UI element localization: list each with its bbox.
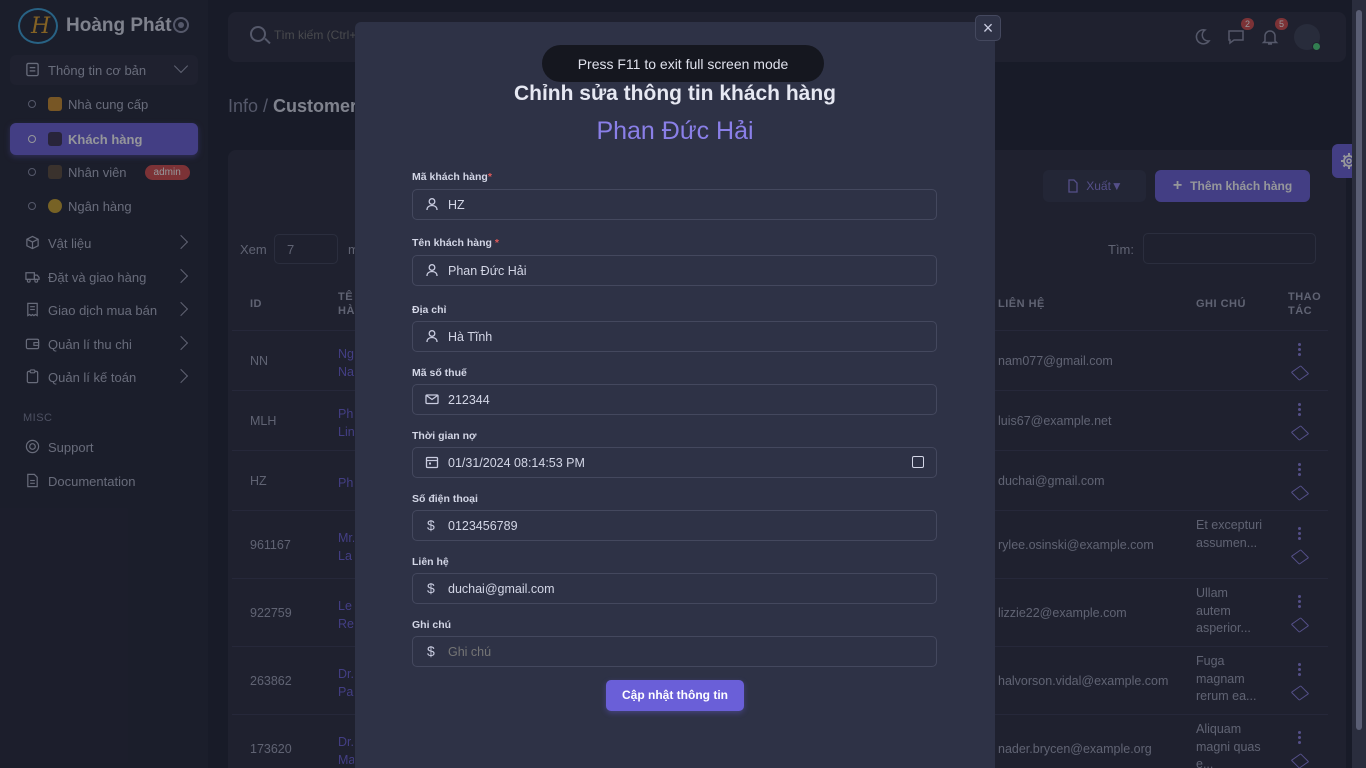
dollar-icon: $: [427, 580, 435, 596]
required-mark: *: [494, 237, 499, 249]
field-label-address: Địa chỉ: [412, 304, 447, 316]
contact-field[interactable]: $: [412, 573, 937, 604]
field-label-phone: Số điện thoại: [412, 493, 478, 505]
label-text: Tên khách hàng: [412, 237, 492, 249]
user-icon: [426, 264, 438, 277]
tax-code-field[interactable]: [412, 384, 937, 415]
dollar-icon: $: [427, 643, 435, 659]
field-label-customer-name: Tên khách hàng *: [412, 237, 499, 249]
field-label-debt-time: Thời gian nợ: [412, 430, 477, 442]
calendar-picker-icon[interactable]: [912, 456, 924, 468]
field-label-contact: Liên hệ: [412, 556, 449, 568]
user-icon: [426, 198, 438, 211]
modal-customer-name: Phan Đức Hải: [596, 117, 754, 145]
required-mark: *: [487, 171, 492, 183]
customer-name-field[interactable]: [412, 255, 937, 286]
calendar-icon: [425, 456, 439, 469]
phone-input[interactable]: [448, 519, 888, 533]
field-label-customer-code: Mã khách hàng*: [412, 171, 492, 183]
note-field[interactable]: $: [412, 636, 937, 667]
page-scrollbar[interactable]: [1352, 0, 1366, 768]
field-label-note: Ghi chú: [412, 619, 452, 631]
phone-field[interactable]: $: [412, 510, 937, 541]
debt-time-field[interactable]: [412, 447, 937, 478]
update-info-button[interactable]: Cập nhật thông tin: [606, 680, 744, 711]
label-text: Mã khách hàng: [412, 171, 488, 183]
edit-customer-modal: Chỉnh sửa thông tin khách hàng Phan Đức …: [355, 22, 995, 768]
close-modal-button[interactable]: ×: [975, 15, 1001, 41]
modal-title: Chỉnh sửa thông tin khách hàng: [513, 82, 837, 105]
customer-code-input[interactable]: [448, 198, 888, 212]
note-input[interactable]: [448, 645, 888, 659]
contact-input[interactable]: [448, 582, 888, 596]
customer-name-input[interactable]: [448, 264, 888, 278]
scrollbar-thumb[interactable]: [1356, 10, 1362, 730]
customer-code-field[interactable]: [412, 189, 937, 220]
user-icon: [426, 330, 438, 343]
fullscreen-toast: Press F11 to exit full screen mode: [542, 45, 824, 82]
mail-icon: [425, 394, 439, 405]
address-field[interactable]: [412, 321, 937, 352]
address-input[interactable]: [448, 330, 888, 344]
tax-code-input[interactable]: [448, 393, 888, 407]
dollar-icon: $: [427, 517, 435, 533]
debt-time-input[interactable]: [448, 456, 888, 470]
field-label-tax-code: Mã số thuế: [412, 367, 467, 379]
